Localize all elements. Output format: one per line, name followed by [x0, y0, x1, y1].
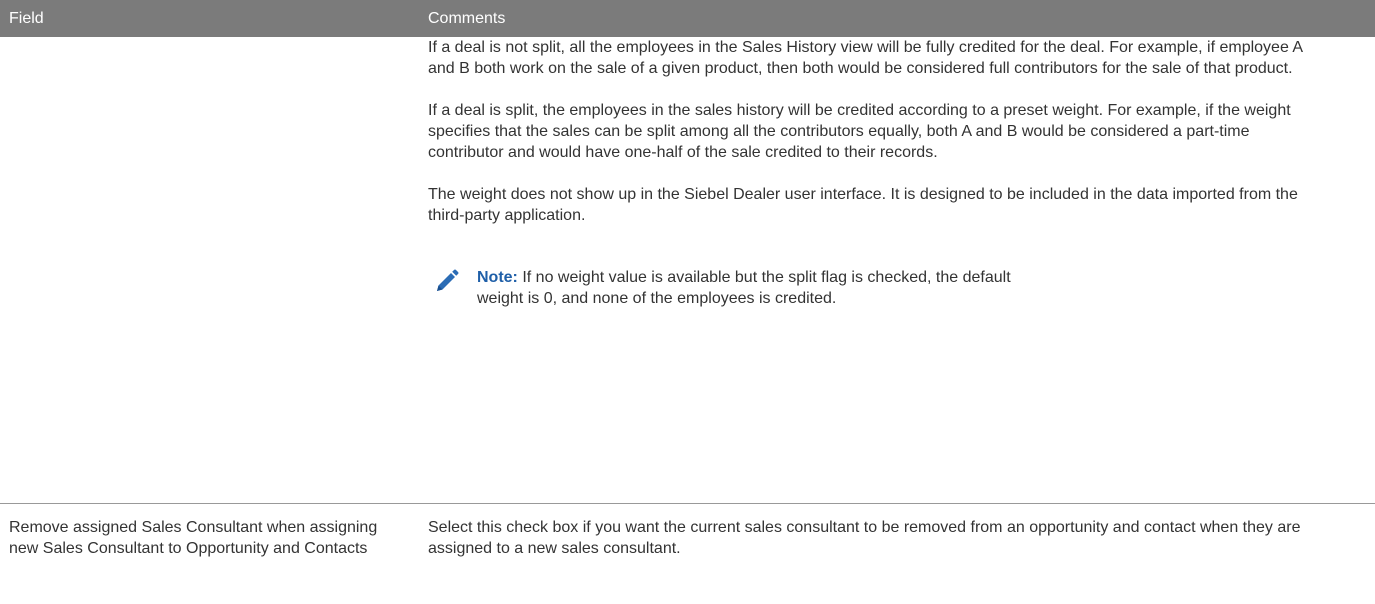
note-label: Note: [477, 269, 518, 286]
table-row: If a deal is not split, all the employee… [0, 37, 1375, 307]
table-row: Remove assigned Sales Consultant when as… [0, 517, 1375, 559]
comment-paragraph: If a deal is not split, all the employee… [428, 39, 1303, 77]
row-field-cell [0, 37, 428, 297]
settings-table: Field Comments If a deal is not split, a… [0, 0, 1375, 557]
row-comments-cell: Select this check box if you want the cu… [428, 519, 1301, 557]
comment-paragraph: The weight does not show up in the Siebe… [428, 186, 1298, 224]
header-field: Field [9, 10, 44, 27]
header-comments: Comments [428, 10, 506, 27]
note-text: Note: If no weight value is available bu… [477, 267, 1037, 309]
row-divider [0, 503, 1375, 504]
row-comments-cell: If a deal is not split, all the employee… [428, 37, 1375, 307]
row-field-cell: Remove assigned Sales Consultant when as… [9, 519, 378, 557]
note-box: Note: If no weight value is available bu… [428, 267, 1305, 309]
pencil-icon [432, 268, 460, 296]
comment-paragraph: If a deal is split, the employees in the… [428, 102, 1291, 161]
table-header: Field Comments [0, 0, 1375, 37]
note-body: If no weight value is available but the … [477, 269, 1011, 307]
